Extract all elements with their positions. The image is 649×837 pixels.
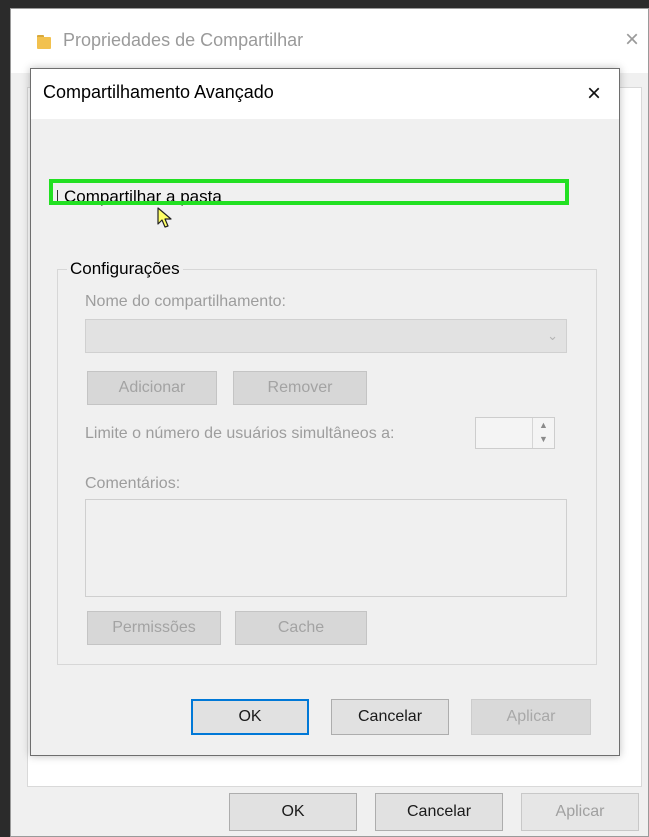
spinner-arrows-icon: ▲ ▼ bbox=[532, 418, 554, 448]
outer-cancel-button[interactable]: Cancelar bbox=[375, 793, 503, 831]
add-button: Adicionar bbox=[87, 371, 217, 405]
dialog-titlebar: Compartilhamento Avançado × bbox=[31, 69, 619, 119]
outer-ok-button[interactable]: OK bbox=[229, 793, 357, 831]
outer-titlebar: Propriedades de Compartilhar × bbox=[11, 9, 648, 73]
dialog-cancel-button[interactable]: Cancelar bbox=[331, 699, 449, 735]
share-name-combobox: ⌄ bbox=[85, 319, 567, 353]
remove-button: Remover bbox=[233, 371, 367, 405]
dialog-title: Compartilhamento Avançado bbox=[43, 82, 274, 102]
outer-window-title: Propriedades de Compartilhar bbox=[63, 30, 304, 50]
cache-button: Cache bbox=[235, 611, 367, 645]
outer-apply-button: Aplicar bbox=[521, 793, 639, 831]
advanced-sharing-dialog: Compartilhamento Avançado × Compartilhar… bbox=[30, 68, 620, 756]
focus-highlight-rect bbox=[49, 179, 569, 205]
limit-users-spinner: ▲ ▼ bbox=[475, 417, 555, 449]
share-name-label: Nome do compartilhamento: bbox=[85, 293, 286, 310]
comments-label: Comentários: bbox=[85, 475, 181, 492]
dialog-close-icon[interactable]: × bbox=[579, 79, 609, 109]
folder-icon bbox=[37, 35, 53, 49]
permissions-button: Permissões bbox=[87, 611, 221, 645]
comments-textarea bbox=[85, 499, 567, 597]
limit-users-label: Limite o número de usuários simultâneos … bbox=[85, 425, 395, 442]
dialog-ok-button[interactable]: OK bbox=[191, 699, 309, 735]
dialog-apply-button: Aplicar bbox=[471, 699, 591, 735]
outer-close-icon[interactable]: × bbox=[617, 25, 647, 55]
chevron-down-icon: ⌄ bbox=[547, 328, 558, 343]
settings-legend: Configurações bbox=[67, 259, 183, 279]
mouse-cursor-icon bbox=[157, 207, 172, 228]
